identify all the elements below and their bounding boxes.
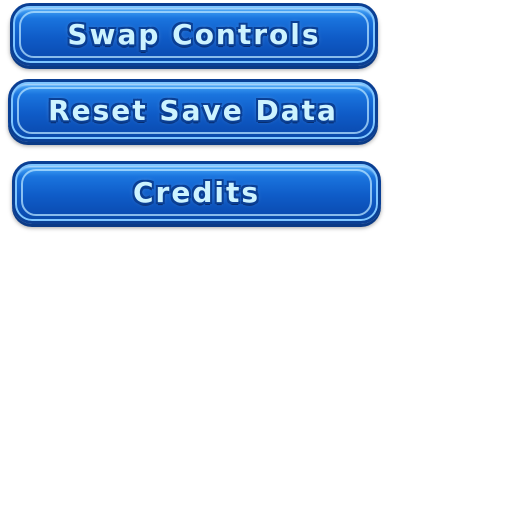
reset-save-data-label: Reset Save Data <box>48 94 338 127</box>
swap-controls-button[interactable]: Swap Controls <box>10 3 378 66</box>
options-menu: Swap Controls Reset Save Data Credits <box>0 0 512 512</box>
reset-save-data-button[interactable]: Reset Save Data <box>8 79 378 142</box>
credits-button[interactable]: Credits <box>12 161 381 224</box>
credits-label: Credits <box>132 176 261 209</box>
swap-controls-label: Swap Controls <box>67 18 321 51</box>
